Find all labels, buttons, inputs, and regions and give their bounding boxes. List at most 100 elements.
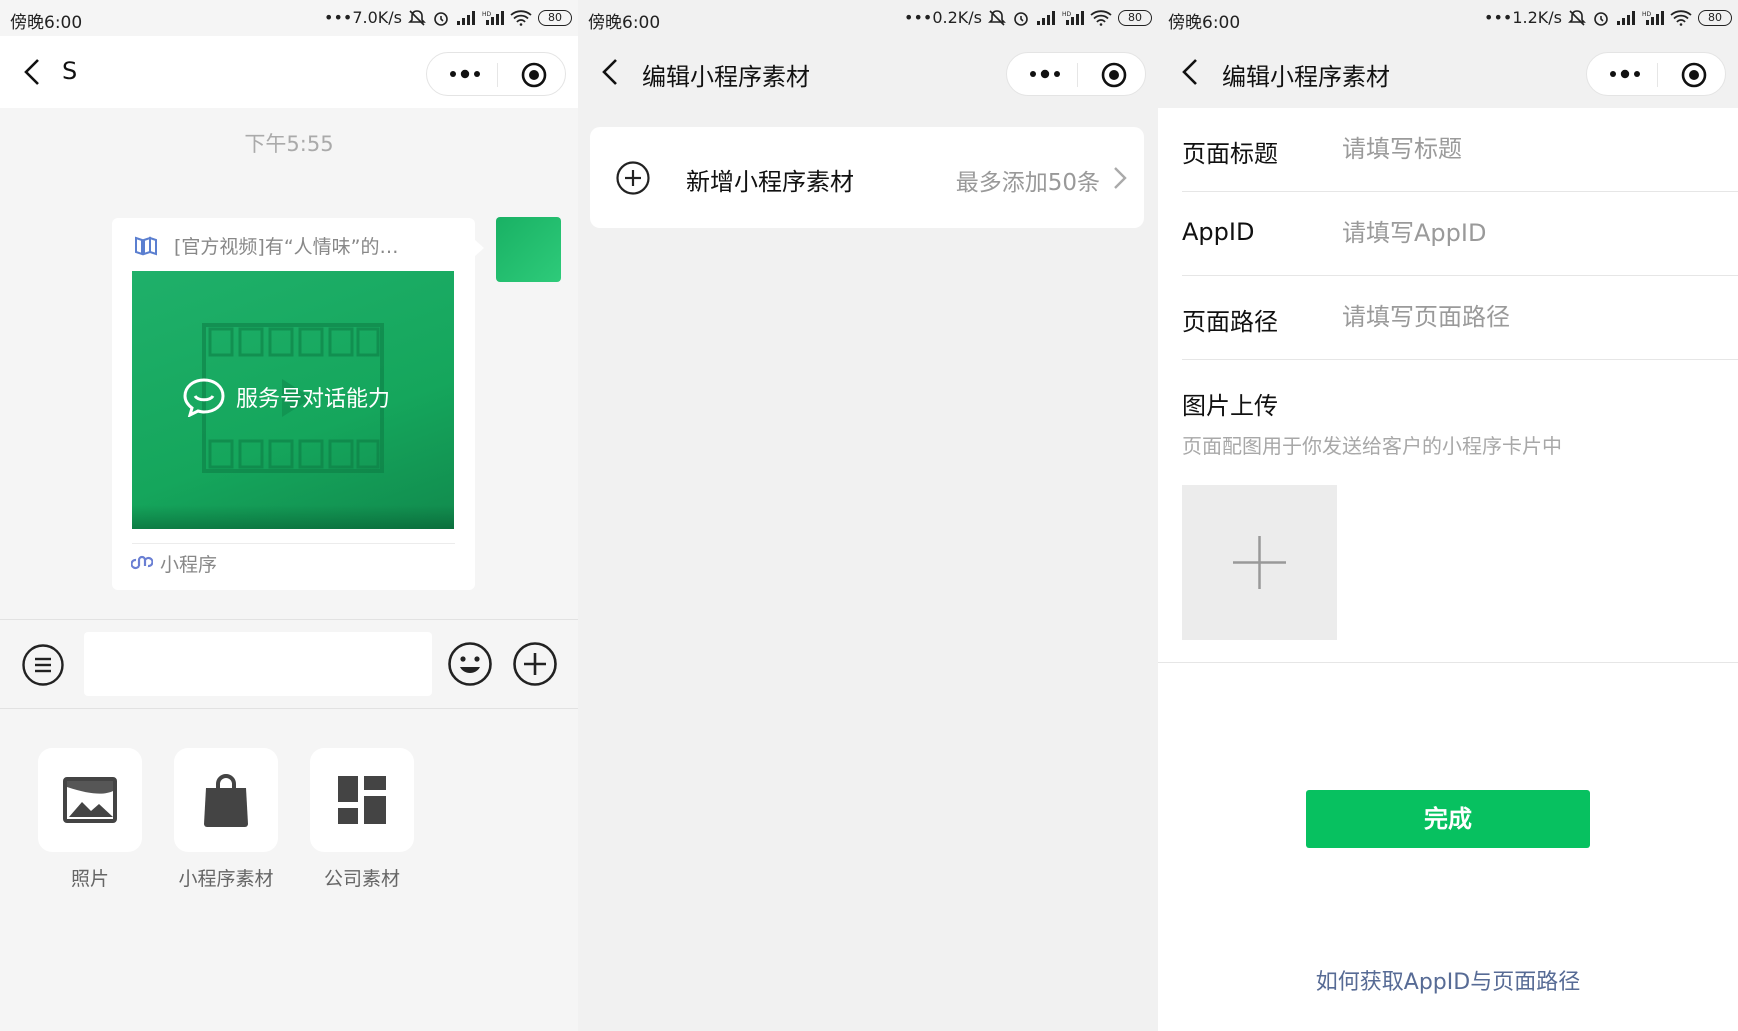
menu-list-icon[interactable] [21,643,65,687]
section-divider [1158,662,1738,663]
page-title: 编辑小程序素材 [642,63,810,91]
more-dots-icon[interactable] [447,64,483,84]
tool-company-box[interactable] [310,748,414,852]
battery-icon: 80 [538,9,572,26]
chat-panel: 傍晚6:00 •••7.0K/s HD 80 S 下午5:55 [官方视频]有“… [0,0,578,1031]
miniprogram-capsule [1586,52,1726,96]
tool-photo[interactable]: 照片 [38,748,142,891]
network-speed: •••0.2K/s [904,8,982,27]
appid-field-label: AppID [1182,218,1255,246]
miniprogram-card[interactable]: [官方视频]有“人情味”的… 服务号对话能力 小程序 [112,218,475,590]
tool-company-label: 公司素材 [323,868,400,890]
appid-field[interactable] [1342,216,1712,250]
back-arrow-icon[interactable] [1176,56,1206,88]
network-speed: •••7.0K/s [324,8,402,27]
mute-icon [1568,9,1586,26]
add-asset-hint: 最多添加50条 [955,170,1100,196]
more-dots-icon[interactable] [1607,64,1643,84]
miniprogram-capsule [1006,52,1146,96]
path-field[interactable] [1342,300,1712,334]
battery-icon: 80 [1118,9,1152,26]
more-dots-icon[interactable] [1027,64,1063,84]
status-time: 傍晚6:00 [10,13,83,33]
hd-signal-icon: HD [482,10,504,25]
mute-icon [988,9,1006,26]
plus-circle-icon [616,161,650,195]
form-row-path: 页面路径 [1182,276,1738,360]
capsule-divider [1657,63,1658,87]
wifi-icon [1090,9,1112,26]
nav-bar: 编辑小程序素材 [1158,36,1738,108]
status-time: 傍晚6:00 [588,13,661,33]
image-upload-button[interactable] [1182,485,1337,640]
close-target-icon[interactable] [521,62,547,88]
edit-form-panel: 傍晚6:00 •••1.2K/s HD 80 编辑小程序素材 页面标题 AppI… [1158,0,1738,1031]
wifi-icon [1670,9,1692,26]
chat-logo-icon [183,378,225,417]
alarm-icon [1014,11,1028,26]
chevron-right-icon [1114,167,1127,189]
capsule-divider [1077,63,1078,87]
bubble-tail [475,240,484,256]
video-channel-icon [135,236,157,256]
tool-miniprogram-box[interactable] [174,748,278,852]
back-arrow-icon[interactable] [18,56,48,88]
card-cover-image: 服务号对话能力 [132,271,454,529]
nav-bar: S [0,36,578,108]
status-time: 傍晚6:00 [1168,13,1241,33]
status-bar: 傍晚6:00 •••1.2K/s HD 80 [1158,0,1738,36]
hd-signal-icon: HD [1642,10,1664,25]
back-arrow-icon[interactable] [596,56,626,88]
path-field-label: 页面路径 [1182,308,1278,336]
tool-photo-box[interactable] [38,748,142,852]
dashboard-icon [338,776,386,824]
status-bar: 傍晚6:00 •••0.2K/s HD 80 [578,0,1158,36]
form-row-appid: AppID [1182,192,1738,276]
tool-miniprogram-label: 小程序素材 [178,868,274,890]
tool-company-assets[interactable]: 公司素材 [310,748,414,891]
title-field[interactable] [1342,132,1712,166]
chat-timestamp: 下午5:55 [244,132,334,156]
cover-shade [132,505,454,529]
done-button[interactable]: 完成 [1306,790,1590,848]
card-divider [132,543,455,544]
svg-text:HD: HD [1642,11,1652,18]
plus-icon [1233,536,1286,589]
network-speed: •••1.2K/s [1484,8,1562,27]
signal-icon [1037,10,1055,25]
emoji-icon[interactable] [447,641,493,687]
chat-input-bar [0,619,578,709]
miniprogram-capsule [426,52,566,96]
mute-icon [408,9,426,26]
close-target-icon[interactable] [1681,62,1707,88]
message-input[interactable] [84,632,432,696]
add-asset-label: 新增小程序素材 [686,168,854,196]
close-target-icon[interactable] [1101,62,1127,88]
wifi-icon [510,9,532,26]
form-row-title: 页面标题 [1182,108,1738,192]
hd-signal-icon: HD [1062,10,1084,25]
capsule-divider [497,63,498,87]
edit-list-panel: 傍晚6:00 •••0.2K/s HD 80 编辑小程序素材 新增小程序素材 最… [578,0,1158,1031]
help-link[interactable]: 如何获取AppID与页面路径 [1158,964,1738,996]
title-field-label: 页面标题 [1182,140,1278,168]
status-icons: •••7.0K/s HD 80 [324,8,572,27]
image-icon [63,777,117,823]
alarm-icon [434,11,448,26]
plus-circle-icon[interactable] [512,641,558,687]
card-title: [官方视频]有“人情味”的… [174,236,399,258]
signal-icon [1617,10,1635,25]
signal-icon [457,10,475,25]
tool-miniprogram-assets[interactable]: 小程序素材 [174,748,278,891]
status-icons: •••0.2K/s HD 80 [904,8,1152,27]
card-footer-label: 小程序 [160,554,218,576]
nav-bar: 编辑小程序素材 [578,36,1158,108]
shopping-bag-icon [204,774,248,827]
battery-icon: 80 [1698,9,1732,26]
add-miniprogram-asset-row[interactable]: 新增小程序素材 最多添加50条 [590,127,1144,228]
avatar[interactable] [496,217,561,282]
page-title: S [62,57,78,85]
status-bar: 傍晚6:00 •••7.0K/s HD 80 [0,0,578,36]
svg-text:HD: HD [482,11,492,18]
status-icons: •••1.2K/s HD 80 [1484,8,1732,27]
